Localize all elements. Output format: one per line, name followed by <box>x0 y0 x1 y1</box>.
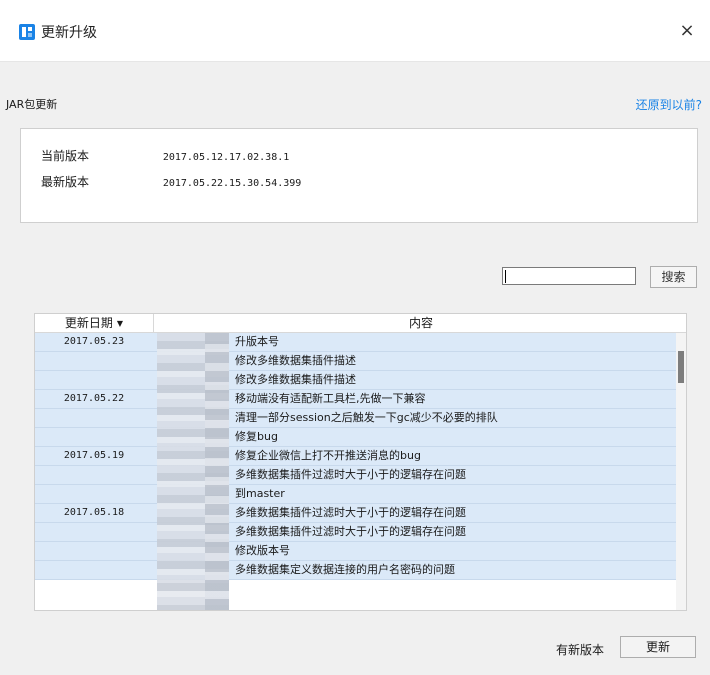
restore-previous-link[interactable]: 还原到以前? <box>636 96 702 113</box>
vertical-scrollbar[interactable] <box>676 333 686 610</box>
text-caret <box>505 270 506 283</box>
row-content: 到master <box>235 487 285 500</box>
row-content: 清理一部分session之后触发一下gc减少不必要的排队 <box>235 411 498 424</box>
jar-section-label: JAR包更新 <box>6 98 58 111</box>
table-row[interactable]: 多维数据集定义数据连接的用户名密码的问题 <box>35 561 686 580</box>
table-row[interactable]: 多维数据集插件过滤时大于小于的逻辑存在问题 <box>35 523 686 542</box>
update-button[interactable]: 更新 <box>620 636 696 658</box>
row-content: 修复bug <box>235 430 278 443</box>
title-bar: 更新升级 × <box>0 0 710 62</box>
column-header-content: 内容 <box>408 316 433 330</box>
current-version-row: 当前版本 2017.05.12.17.02.38.1 <box>41 147 289 164</box>
table-row[interactable]: 2017.05.23 升版本号 <box>35 333 686 352</box>
row-date: 2017.05.19 <box>63 450 125 461</box>
row-content: 移动端没有适配新工具栏,先做一下兼容 <box>235 392 426 405</box>
current-version-label: 当前版本 <box>41 149 90 163</box>
table-row[interactable]: 2017.05.19 修复企业微信上打不开推送消息的bug <box>35 447 686 466</box>
table-row[interactable]: 多维数据集插件过滤时大于小于的逻辑存在问题 <box>35 466 686 485</box>
search-input[interactable] <box>502 267 636 285</box>
table-row[interactable]: 修改多维数据集插件描述 <box>35 352 686 371</box>
column-header-date[interactable]: 更新日期 ▼ <box>35 314 154 332</box>
table-row[interactable]: 到master <box>35 485 686 504</box>
row-content: 多维数据集插件过滤时大于小于的逻辑存在问题 <box>235 506 466 519</box>
row-content: 修改多维数据集插件描述 <box>235 354 356 367</box>
column-header-date-label: 更新日期 <box>64 316 113 330</box>
current-version-value: 2017.05.12.17.02.38.1 <box>162 152 290 163</box>
row-content: 多维数据集定义数据连接的用户名密码的问题 <box>235 563 455 576</box>
table-row[interactable]: 修改多维数据集插件描述 <box>35 371 686 390</box>
table-row[interactable]: 2017.05.22 移动端没有适配新工具栏,先做一下兼容 <box>35 390 686 409</box>
latest-version-label: 最新版本 <box>41 175 90 189</box>
update-log-table: 更新日期 ▼ 内容 2017.05.23 升版本号修改多维数据集插件描述 修改多维数据… <box>34 313 687 611</box>
table-row[interactable]: 修复bug <box>35 428 686 447</box>
version-info-panel: 当前版本 2017.05.12.17.02.38.1 最新版本 2017.05.… <box>20 128 698 223</box>
window-title: 更新升级 <box>41 25 97 41</box>
table-body: 2017.05.23 升版本号修改多维数据集插件描述 修改多维数据集插件描述 2017… <box>35 333 686 580</box>
close-button[interactable]: × <box>674 18 700 44</box>
table-row[interactable]: 修改版本号 <box>35 542 686 561</box>
app-logo-icon <box>19 24 35 40</box>
latest-version-row: 最新版本 2017.05.22.15.30.54.399 <box>41 173 301 190</box>
table-row[interactable]: 清理一部分session之后触发一下gc减少不必要的排队 <box>35 409 686 428</box>
row-content: 多维数据集插件过滤时大于小于的逻辑存在问题 <box>235 468 466 481</box>
row-content: 升版本号 <box>235 335 279 348</box>
redacted-area-inner <box>205 333 229 610</box>
latest-version-value: 2017.05.22.15.30.54.399 <box>162 178 302 189</box>
row-content: 多维数据集插件过滤时大于小于的逻辑存在问题 <box>235 525 466 538</box>
row-content: 修改版本号 <box>235 544 290 557</box>
row-content: 修改多维数据集插件描述 <box>235 373 356 386</box>
scrollbar-thumb[interactable] <box>678 351 684 383</box>
sort-desc-icon: ▼ <box>116 319 124 328</box>
table-header: 更新日期 ▼ 内容 <box>35 314 686 333</box>
table-row[interactable]: 2017.05.18 多维数据集插件过滤时大于小于的逻辑存在问题 <box>35 504 686 523</box>
row-date: 2017.05.23 <box>63 336 125 347</box>
new-version-status: 有新版本 <box>556 643 605 657</box>
row-date: 2017.05.18 <box>63 507 125 518</box>
row-content: 修复企业微信上打不开推送消息的bug <box>235 449 421 462</box>
row-date: 2017.05.22 <box>63 393 125 404</box>
search-button[interactable]: 搜索 <box>650 266 697 288</box>
